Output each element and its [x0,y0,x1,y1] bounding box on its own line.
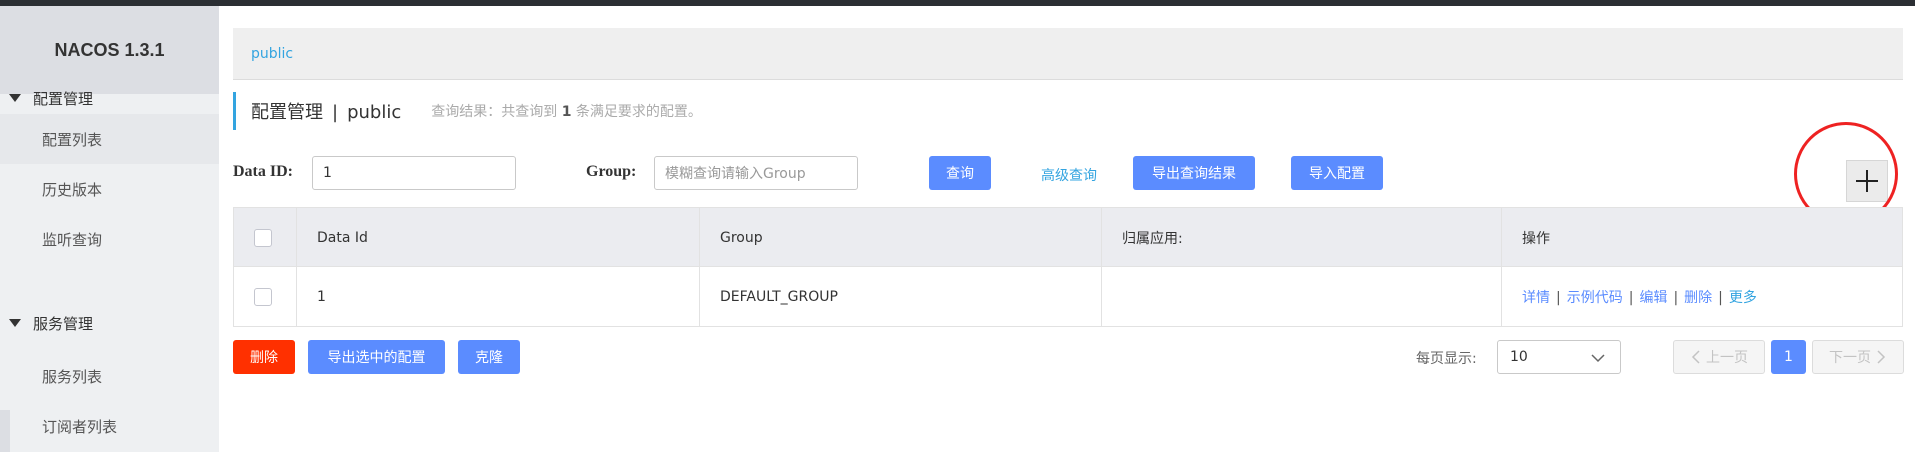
cell-data-id: 1 [297,267,700,326]
cell-actions: 详情 | 示例代码 | 编辑 | 删除 | 更多 [1502,267,1902,326]
action-delete[interactable]: 删除 [1684,290,1712,306]
column-header-data-id: Data Id [297,208,700,267]
clone-button[interactable]: 克隆 [458,340,520,374]
table-header: Data Id Group 归属应用: 操作 [234,208,1902,267]
page-size-value: 10 [1510,349,1528,365]
chevron-left-icon [1691,350,1700,364]
header-select-cell [234,208,297,267]
app-logo: NACOS 1.3.1 [54,39,165,60]
page-size-label: 每页显示: [1416,351,1477,367]
caret-down-icon [9,319,21,327]
cell-group: DEFAULT_GROUP [700,267,1102,326]
action-edit[interactable]: 编辑 [1639,290,1667,306]
export-selected-button[interactable]: 导出选中的配置 [308,340,445,374]
action-separator: | [1718,289,1723,306]
action-sample-code[interactable]: 示例代码 [1567,290,1623,306]
page-title-text: 配置管理 [251,102,323,123]
action-separator: | [1673,289,1679,306]
top-bar [0,0,1915,6]
prev-page-label: 上一页 [1706,350,1748,366]
action-more[interactable]: 更多 [1729,290,1757,306]
query-hint-suffix: 条满足要求的配置。 [575,104,702,120]
nav-group-service-management[interactable]: 服务管理 [0,300,219,346]
row-checkbox[interactable] [254,287,272,306]
column-header-app: 归属应用: [1102,208,1502,267]
group-label: Group: [586,163,637,180]
advanced-query-link[interactable]: 高级查询 [1041,165,1097,185]
table-row: 1 DEFAULT_GROUP 详情 | 示例代码 | 编辑 | 删除 | 更多 [234,267,1902,326]
query-hint-count: 1 [561,104,572,120]
namespace-link-public[interactable]: public [251,46,293,62]
search-row: Data ID: 1 Group: 模糊查询请输入Group 查询 高级查询 导… [233,154,1903,190]
next-page-label: 下一页 [1829,350,1871,366]
action-details[interactable]: 详情 [1522,290,1550,306]
namespace-bar: public [233,28,1903,80]
query-result-hint: 查询结果：共查询到 1 条满足要求的配置。 [431,101,702,121]
sidebar-item-label: 配置列表 [42,130,103,149]
data-id-label: Data ID: [233,163,293,180]
action-separator: | [1628,289,1634,306]
nav-group-label: 服务管理 [33,314,94,333]
caret-down-icon [9,94,21,102]
sidebar-item-label: 服务列表 [42,367,103,386]
page-title-namespace: public [347,102,402,123]
query-hint-prefix: 查询结果：共查询到 [431,104,558,120]
query-button[interactable]: 查询 [929,156,991,190]
title-separator: | [332,102,339,123]
sidebar-item-config-list[interactable]: 配置列表 [0,114,219,164]
sidebar-item-service-list[interactable]: 服务列表 [0,351,219,401]
page-size-select[interactable]: 10 [1497,340,1621,374]
column-header-actions: 操作 [1522,230,1550,247]
sidebar-item-listener-query[interactable]: 监听查询 [0,214,219,264]
row-actions: 详情 | 示例代码 | 编辑 | 删除 | 更多 [1522,287,1757,307]
column-header-group: Group [700,208,1102,267]
data-id-input[interactable]: 1 [312,156,516,190]
delete-selected-button[interactable]: 删除 [233,340,295,374]
sidebar: NACOS 1.3.1 配置管理 配置列表 历史版本 监听查询 服务管理 服务列… [0,6,219,452]
nav-group-label: 配置管理 [33,89,94,108]
select-all-checkbox[interactable] [254,228,272,247]
page-header: 配置管理 | public 查询结果：共查询到 1 条满足要求的配置。 [233,92,702,130]
chevron-right-icon [1877,350,1886,364]
next-page-button[interactable]: 下一页 [1812,340,1904,374]
sidebar-item-label: 历史版本 [42,180,103,199]
sidebar-item-label: 订阅者列表 [42,417,118,436]
row-select-cell [234,267,297,326]
prev-page-button[interactable]: 上一页 [1673,340,1765,374]
config-table: Data Id Group 归属应用: 操作 1 DEFAULT_GROUP 详… [233,207,1903,327]
sidebar-item-label: 监听查询 [42,230,103,249]
group-input[interactable]: 模糊查询请输入Group [654,156,858,190]
export-results-button[interactable]: 导出查询结果 [1133,156,1255,190]
chevron-down-icon [1591,354,1605,363]
sidebar-item-subscriber-list[interactable]: 订阅者列表 [0,401,219,451]
page-1-button[interactable]: 1 [1771,340,1806,374]
action-separator: | [1556,289,1561,306]
cell-app [1102,267,1502,326]
import-config-button[interactable]: 导入配置 [1291,156,1383,190]
sidebar-edge [0,410,10,452]
sidebar-item-history[interactable]: 历史版本 [0,164,219,214]
page-title: 配置管理 | public [251,98,401,124]
